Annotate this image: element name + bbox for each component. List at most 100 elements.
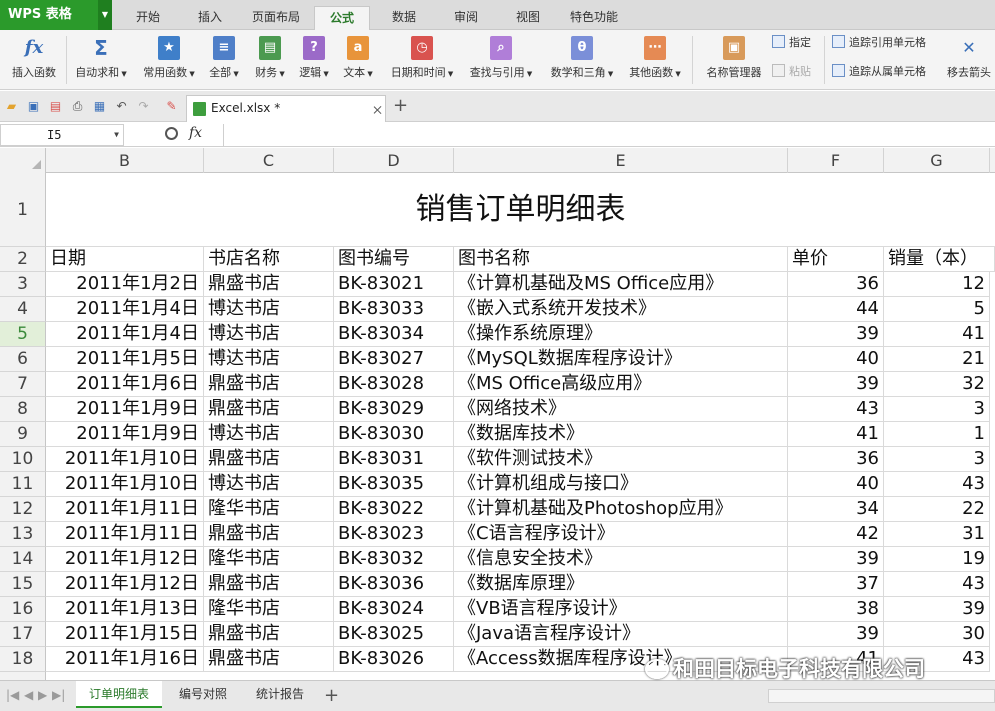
app-menu-button[interactable]: WPS 表格 ▼ <box>0 0 112 30</box>
store-cell[interactable]: 博达书店 <box>204 322 334 347</box>
text-functions-button[interactable]: a 文本 ▼ <box>338 34 378 86</box>
tab-data[interactable]: 数据 <box>380 6 428 30</box>
quantity-cell[interactable]: 43 <box>884 472 990 497</box>
horizontal-scrollbar[interactable] <box>768 689 995 703</box>
autosum-button[interactable]: Σ 自动求和 ▼ <box>70 34 132 86</box>
redo-icon[interactable]: ↷ <box>136 99 151 114</box>
row-header[interactable]: 8 <box>0 397 46 422</box>
store-cell[interactable]: 鼎盛书店 <box>204 397 334 422</box>
date-cell[interactable]: 2011年1月6日 <box>46 372 204 397</box>
paste-button[interactable]: 粘贴 <box>772 62 811 82</box>
book-name-cell[interactable]: 《计算机基础及Photoshop应用》 <box>454 497 788 522</box>
tab-formula[interactable]: 公式 <box>314 6 370 31</box>
datetime-functions-button[interactable]: ◷ 日期和时间 ▼ <box>384 34 460 86</box>
date-cell[interactable]: 2011年1月13日 <box>46 597 204 622</box>
header-price[interactable]: 单价 <box>788 247 884 272</box>
book-id-cell[interactable]: BK-83024 <box>334 597 454 622</box>
price-cell[interactable]: 36 <box>788 447 884 472</box>
column-header-b[interactable]: B <box>46 148 204 173</box>
select-all-corner[interactable] <box>0 148 46 173</box>
row-header[interactable]: 16 <box>0 597 46 622</box>
book-name-cell[interactable]: 《网络技术》 <box>454 397 788 422</box>
tab-insert[interactable]: 插入 <box>186 6 234 30</box>
document-tab[interactable]: Excel.xlsx * <box>186 95 386 122</box>
price-cell[interactable]: 34 <box>788 497 884 522</box>
quantity-cell[interactable]: 3 <box>884 447 990 472</box>
column-header-d[interactable]: D <box>334 148 454 173</box>
book-name-cell[interactable]: 《MS Office高级应用》 <box>454 372 788 397</box>
quantity-cell[interactable]: 21 <box>884 347 990 372</box>
book-id-cell[interactable]: BK-83031 <box>334 447 454 472</box>
new-tab-button[interactable]: + <box>393 97 408 115</box>
header-book-name[interactable]: 图书名称 <box>454 247 788 272</box>
finance-functions-button[interactable]: ▤ 财务 ▼ <box>250 34 290 86</box>
store-cell[interactable]: 隆华书店 <box>204 597 334 622</box>
quantity-cell[interactable]: 32 <box>884 372 990 397</box>
book-id-cell[interactable]: BK-83028 <box>334 372 454 397</box>
insert-function-button[interactable]: fx 插入函数 <box>6 34 62 86</box>
formula-input[interactable] <box>223 124 993 146</box>
tab-start[interactable]: 开始 <box>124 6 172 30</box>
header-date[interactable]: 日期 <box>46 247 204 272</box>
tab-special[interactable]: 特色功能 <box>562 6 626 30</box>
date-cell[interactable]: 2011年1月5日 <box>46 347 204 372</box>
price-cell[interactable]: 40 <box>788 472 884 497</box>
store-cell[interactable]: 鼎盛书店 <box>204 572 334 597</box>
quantity-cell[interactable]: 31 <box>884 522 990 547</box>
zoom-icon[interactable] <box>165 127 178 140</box>
row-header[interactable]: 1 <box>0 173 46 247</box>
store-cell[interactable]: 鼎盛书店 <box>204 447 334 472</box>
store-cell[interactable]: 鼎盛书店 <box>204 647 334 672</box>
header-store[interactable]: 书店名称 <box>204 247 334 272</box>
quantity-cell[interactable]: 12 <box>884 272 990 297</box>
quantity-cell[interactable]: 5 <box>884 297 990 322</box>
book-name-cell[interactable]: 《软件测试技术》 <box>454 447 788 472</box>
book-name-cell[interactable]: 《C语言程序设计》 <box>454 522 788 547</box>
print-preview-icon[interactable]: ▦ <box>92 99 107 114</box>
row-header[interactable]: 3 <box>0 272 46 297</box>
header-quantity[interactable]: 销量（本） <box>884 247 995 272</box>
price-cell[interactable]: 44 <box>788 297 884 322</box>
quantity-cell[interactable]: 41 <box>884 322 990 347</box>
price-cell[interactable]: 37 <box>788 572 884 597</box>
store-cell[interactable]: 隆华书店 <box>204 497 334 522</box>
print-icon[interactable]: ⎙ <box>70 99 85 114</box>
pdf-icon[interactable]: ▤ <box>48 99 63 114</box>
price-cell[interactable]: 42 <box>788 522 884 547</box>
undo-icon[interactable]: ↶ <box>114 99 129 114</box>
row-header[interactable]: 4 <box>0 297 46 322</box>
row-header[interactable]: 9 <box>0 422 46 447</box>
row-header[interactable]: 18 <box>0 647 46 672</box>
sheet-tab-orders[interactable]: 订单明细表 <box>76 681 162 708</box>
book-id-cell[interactable]: BK-83029 <box>334 397 454 422</box>
store-cell[interactable]: 鼎盛书店 <box>204 522 334 547</box>
book-name-cell[interactable]: 《信息安全技术》 <box>454 547 788 572</box>
price-cell[interactable]: 38 <box>788 597 884 622</box>
date-cell[interactable]: 2011年1月15日 <box>46 622 204 647</box>
quantity-cell[interactable]: 1 <box>884 422 990 447</box>
price-cell[interactable]: 39 <box>788 547 884 572</box>
sheet-tab-report[interactable]: 统计报告 <box>242 681 318 708</box>
book-id-cell[interactable]: BK-83035 <box>334 472 454 497</box>
price-cell[interactable]: 39 <box>788 372 884 397</box>
price-cell[interactable]: 39 <box>788 622 884 647</box>
book-id-cell[interactable]: BK-83021 <box>334 272 454 297</box>
quantity-cell[interactable]: 19 <box>884 547 990 572</box>
book-id-cell[interactable]: BK-83025 <box>334 622 454 647</box>
row-header[interactable]: 17 <box>0 622 46 647</box>
date-cell[interactable]: 2011年1月2日 <box>46 272 204 297</box>
row-header[interactable]: 5 <box>0 322 46 347</box>
row-header[interactable]: 10 <box>0 447 46 472</box>
chevron-down-icon[interactable]: ▼ <box>98 0 112 30</box>
tab-view[interactable]: 视图 <box>504 6 552 30</box>
quantity-cell[interactable]: 22 <box>884 497 990 522</box>
date-cell[interactable]: 2011年1月11日 <box>46 522 204 547</box>
book-id-cell[interactable]: BK-83026 <box>334 647 454 672</box>
store-cell[interactable]: 博达书店 <box>204 297 334 322</box>
book-id-cell[interactable]: BK-83030 <box>334 422 454 447</box>
date-cell[interactable]: 2011年1月10日 <box>46 447 204 472</box>
book-id-cell[interactable]: BK-83027 <box>334 347 454 372</box>
book-name-cell[interactable]: 《MySQL数据库程序设计》 <box>454 347 788 372</box>
row-header[interactable]: 15 <box>0 572 46 597</box>
header-book-id[interactable]: 图书编号 <box>334 247 454 272</box>
